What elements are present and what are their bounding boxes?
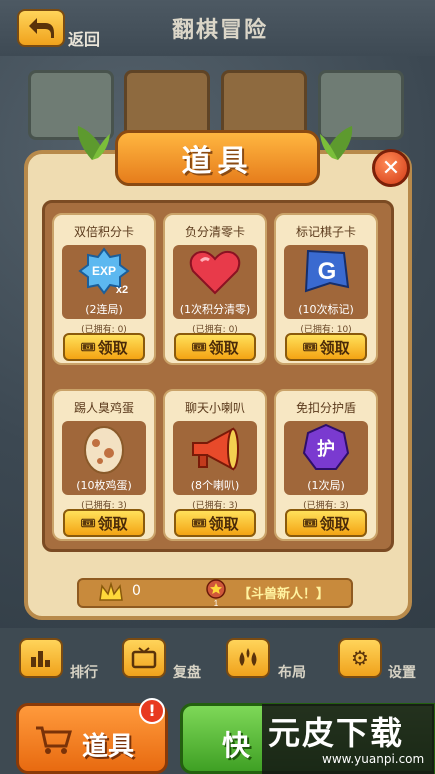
- settings-label[interactable]: 设置: [388, 662, 416, 682]
- modal-title-bar: 道具: [115, 130, 320, 186]
- item-card-mark-piece: 标记棋子卡 G (10次标记) (已拥有: 10) 🎟 领取: [274, 213, 378, 365]
- item-name: 聊天小喇叭: [184, 401, 245, 415]
- crown-icon: [99, 582, 123, 601]
- item-name: 踢人臭鸡蛋: [73, 401, 134, 415]
- alert-badge: !: [139, 698, 165, 724]
- x2-text: x2: [116, 284, 128, 296]
- replay-button[interactable]: [122, 638, 166, 678]
- item-desc: (8个喇叭): [190, 479, 240, 492]
- ticket-icon: 🎟: [80, 340, 96, 354]
- claim-label: 领取: [319, 514, 350, 533]
- quick-start-label[interactable]: 快: [222, 724, 250, 764]
- claim-label: 领取: [97, 514, 128, 533]
- g-flag-icon: G: [304, 249, 350, 293]
- items-button-label[interactable]: 道具: [82, 726, 134, 763]
- claim-button[interactable]: 🎟 领取: [285, 333, 367, 361]
- layout-label[interactable]: 布局: [278, 662, 306, 682]
- item-card-egg: 踢人臭鸡蛋 (10枚鸡蛋) (已拥有: 3) 🎟 领取: [52, 389, 156, 541]
- claim-label: 领取: [319, 338, 350, 357]
- claim-label: 领取: [97, 338, 128, 357]
- item-card-megaphone: 聊天小喇叭 (8个喇叭) (已拥有: 3) 🎟 领取: [163, 389, 267, 541]
- back-label[interactable]: 返回: [68, 26, 100, 50]
- item-card-reset-score: 负分清零卡 (1次积分清零) (已拥有: 0) 🎟 领取: [163, 213, 267, 365]
- shield-icon: 护: [302, 423, 350, 470]
- watermark-sub: www.yuanpi.com: [322, 752, 425, 766]
- item-desc: (10枚鸡蛋): [76, 479, 132, 492]
- item-name: 免扣分护盾: [295, 401, 356, 415]
- exp-x2-icon: EXP x2: [78, 247, 130, 296]
- egg-icon: [84, 426, 124, 474]
- gear-icon: ⚙: [351, 646, 369, 670]
- claim-label: 领取: [208, 514, 239, 533]
- crown-count: 0: [132, 583, 141, 599]
- item-desc: (1次局): [307, 479, 345, 492]
- page-title: 翻棋冒险: [171, 18, 268, 43]
- ticket-icon: 🎟: [191, 340, 207, 354]
- back-button[interactable]: [17, 9, 65, 47]
- chart-icon: [31, 651, 50, 667]
- claim-label: 领取: [208, 338, 239, 357]
- tv-icon: [131, 647, 157, 669]
- item-name: 双倍积分卡: [73, 225, 134, 239]
- heart-icon: [189, 250, 241, 295]
- close-icon: ✕: [381, 155, 401, 181]
- claim-button[interactable]: 🎟 领取: [174, 333, 256, 361]
- claim-button[interactable]: 🎟 领取: [174, 509, 256, 537]
- leaderboard-label[interactable]: 排行: [70, 662, 98, 682]
- megaphone-icon: [192, 427, 239, 471]
- ticket-icon: 🎟: [191, 516, 207, 530]
- leaf-decoration-icon: [77, 126, 110, 160]
- ticket-icon: 🎟: [302, 516, 318, 530]
- close-button[interactable]: ✕: [372, 149, 410, 187]
- item-name: 负分清零卡: [184, 225, 245, 239]
- item-name: 标记棋子卡: [295, 225, 356, 239]
- leaf-decoration-icon: [320, 126, 353, 160]
- layout-button[interactable]: [226, 638, 270, 678]
- leaderboard-button[interactable]: [19, 638, 63, 678]
- claim-button[interactable]: 🎟 领取: [285, 509, 367, 537]
- rank-title: 【斗兽新人！】: [238, 587, 330, 602]
- rank-number: 1: [214, 599, 219, 608]
- exp-text: EXP: [92, 264, 116, 278]
- item-desc: (1次积分清零): [179, 303, 251, 316]
- cart-icon: [36, 726, 72, 754]
- shield-text: 护: [317, 438, 335, 460]
- item-desc: (2连局): [85, 303, 123, 316]
- replay-label[interactable]: 复盘: [173, 662, 201, 682]
- item-card-shield: 免扣分护盾 护 (1次局) (已拥有: 3) 🎟 领取: [274, 389, 378, 541]
- back-arrow-icon: [29, 18, 54, 38]
- watermark-main: 元皮下载: [268, 714, 405, 752]
- ticket-icon: 🎟: [80, 516, 96, 530]
- drops-icon: [239, 648, 257, 666]
- modal-title: 道具: [181, 144, 254, 179]
- claim-button[interactable]: 🎟 领取: [63, 509, 145, 537]
- item-desc: (10次标记): [298, 303, 354, 316]
- settings-button[interactable]: ⚙: [338, 638, 382, 678]
- claim-button[interactable]: 🎟 领取: [63, 333, 145, 361]
- rank-badge-icon: 1: [206, 579, 226, 608]
- ticket-icon: 🎟: [302, 340, 318, 354]
- g-text: G: [318, 258, 337, 285]
- item-card-double-points: 双倍积分卡 EXP x2 (2连局) (已拥有: 0) 🎟 领取: [52, 213, 156, 365]
